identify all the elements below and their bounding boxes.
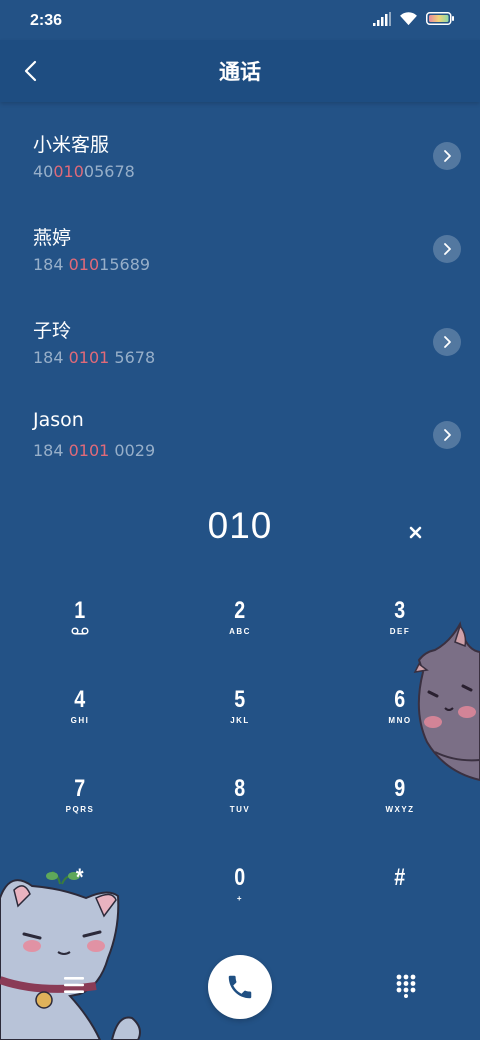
close-icon: [409, 526, 421, 538]
contact-item[interactable]: Jason 184 0101 0029: [0, 409, 480, 495]
menu-button[interactable]: [63, 975, 85, 995]
chevron-right-icon: [444, 336, 451, 348]
menu-icon: [64, 977, 84, 993]
key-hash[interactable]: #: [340, 865, 460, 945]
contact-name: Jason: [33, 409, 84, 431]
chevron-right-icon: [444, 429, 451, 441]
chevron-right-icon: [444, 150, 451, 162]
key-4[interactable]: 4 GHI: [20, 687, 140, 767]
contact-name: 燕婷: [33, 227, 72, 249]
dialpad-icon: [396, 974, 416, 998]
key-1[interactable]: 1: [20, 598, 140, 678]
battery-icon: [426, 12, 454, 25]
dialpad-toggle-button[interactable]: [395, 974, 417, 998]
phone-icon: [228, 975, 252, 999]
status-bar: 2:36: [0, 0, 480, 40]
match-highlight: 010: [68, 255, 100, 274]
contact-detail-button[interactable]: [433, 421, 461, 449]
contact-detail-button[interactable]: [433, 328, 461, 356]
key-5[interactable]: 5 JKL: [180, 687, 300, 767]
match-highlight: 010: [53, 162, 84, 181]
key-7[interactable]: 7 PQRS: [20, 776, 140, 856]
chevron-right-icon: [444, 243, 451, 255]
contact-number: 4001005678: [33, 162, 135, 181]
key-2[interactable]: 2 ABC: [180, 598, 300, 678]
contact-number: 184 0101 0029: [33, 441, 156, 460]
match-highlight: 0101: [68, 441, 110, 460]
contact-detail-button[interactable]: [433, 142, 461, 170]
clear-button[interactable]: [402, 519, 428, 545]
wifi-icon: [400, 12, 417, 26]
app-header: 通话: [0, 40, 480, 102]
voicemail-icon: [71, 627, 89, 635]
key-8[interactable]: 8 TUV: [180, 776, 300, 856]
key-6[interactable]: 6 MNO: [340, 687, 460, 767]
key-star[interactable]: *: [20, 865, 140, 945]
contact-detail-button[interactable]: [433, 235, 461, 263]
key-9[interactable]: 9 WXYZ: [340, 776, 460, 856]
contact-name: 子玲: [33, 320, 72, 342]
page-title: 通话: [219, 60, 261, 84]
call-button[interactable]: [208, 955, 272, 1019]
status-time: 2:36: [30, 12, 63, 29]
contact-number: 184 01015689: [33, 255, 151, 274]
contact-item[interactable]: 燕婷 184 01015689: [0, 223, 480, 309]
contact-number: 184 0101 5678: [33, 348, 156, 367]
contact-item[interactable]: 子玲 184 0101 5678: [0, 316, 480, 402]
contact-name: 小米客服: [33, 134, 110, 156]
match-highlight: 0101: [68, 348, 110, 367]
key-3[interactable]: 3 DEF: [340, 598, 460, 678]
contact-item[interactable]: 小米客服 4001005678: [0, 130, 480, 216]
signal-icon: [373, 11, 391, 26]
key-0[interactable]: 0 +: [180, 865, 300, 945]
